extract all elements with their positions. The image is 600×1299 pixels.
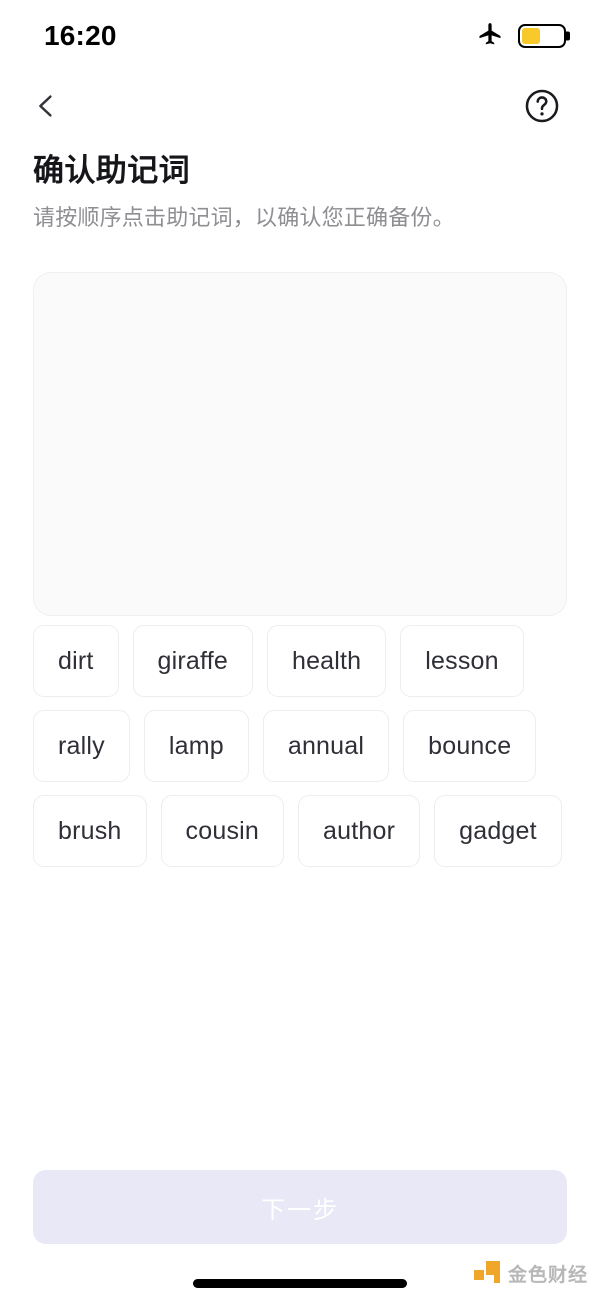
battery-fill bbox=[522, 28, 541, 44]
navigation-bar bbox=[0, 72, 600, 144]
word-pool: dirt giraffe health lesson rally lamp annual bo… bbox=[33, 625, 567, 867]
word-chip[interactable]: lamp bbox=[143, 710, 249, 782]
word-chip[interactable]: health bbox=[266, 625, 387, 697]
word-chip[interactable]: giraffe bbox=[132, 625, 253, 697]
page-header: 确认助记词 请按顺序点击助记词，以确认您正确备份。 bbox=[33, 152, 567, 232]
word-chip[interactable]: gadget bbox=[434, 795, 562, 867]
next-button[interactable]: 下一步 bbox=[33, 1170, 567, 1244]
phone-screen: 16:20 确认助记词 请按顺序点击助记词，以确认您正确备份。 dirt gir… bbox=[0, 0, 600, 1299]
watermark: 金色财经 bbox=[473, 1260, 588, 1287]
word-chip[interactable]: brush bbox=[33, 795, 147, 867]
question-mark-circle-icon bbox=[523, 87, 561, 130]
status-time: 16:20 bbox=[44, 20, 117, 51]
word-chip[interactable]: rally bbox=[33, 710, 130, 782]
status-bar: 16:20 bbox=[0, 0, 600, 72]
back-button[interactable] bbox=[20, 82, 72, 134]
word-chip[interactable]: author bbox=[298, 795, 421, 867]
word-chip[interactable]: annual bbox=[262, 710, 390, 782]
page-title: 确认助记词 bbox=[33, 153, 190, 188]
watermark-text: 金色财经 bbox=[507, 1265, 588, 1286]
word-chip[interactable]: dirt bbox=[33, 625, 119, 697]
battery-icon bbox=[518, 24, 566, 48]
watermark-logo-icon bbox=[473, 1260, 500, 1287]
help-button[interactable] bbox=[516, 82, 568, 134]
airplane-mode-icon bbox=[476, 20, 504, 53]
word-chip[interactable]: bounce bbox=[403, 710, 537, 782]
word-chip[interactable]: lesson bbox=[400, 625, 524, 697]
page-subtitle: 请按顺序点击助记词，以确认您正确备份。 bbox=[33, 204, 455, 230]
selected-words-panel[interactable] bbox=[33, 272, 567, 616]
word-chip[interactable]: cousin bbox=[160, 795, 285, 867]
status-indicators bbox=[476, 20, 566, 53]
chevron-left-icon bbox=[31, 91, 61, 126]
home-indicator bbox=[193, 1279, 407, 1288]
